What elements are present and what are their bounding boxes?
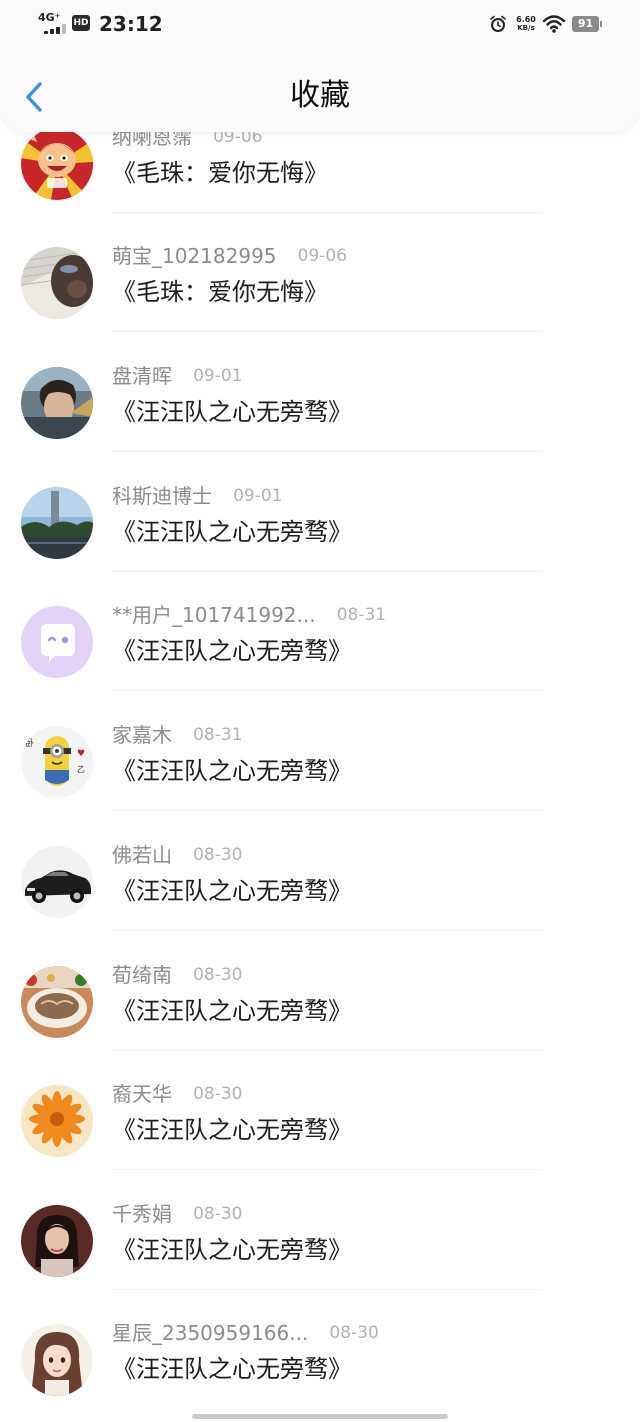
divider: [112, 930, 542, 931]
favorites-list[interactable]: 纳喇恩霈 09-06 《毛珠：爱你无悔》 萌宝_102182995 09-06 …: [0, 0, 640, 1422]
item-date: 08-30: [193, 845, 243, 865]
item-title[interactable]: 《汪汪队之心无旁骛》: [112, 634, 352, 668]
list-item[interactable]: 盘清晖 09-01 《汪汪队之心无旁骛》: [0, 364, 640, 487]
car-avatar[interactable]: [21, 846, 93, 918]
item-title[interactable]: 《汪汪队之心无旁骛》: [112, 754, 352, 788]
svg-text:♥: ♥: [77, 749, 85, 759]
svg-text:卧: 卧: [25, 737, 34, 749]
item-title[interactable]: 《汪汪队之心无旁骛》: [112, 994, 352, 1028]
item-meta: 裔天华 08-30: [112, 1079, 243, 1109]
item-title[interactable]: 《汪汪队之心无旁骛》: [112, 1233, 352, 1267]
author-name: 盘清晖: [112, 364, 172, 388]
divider: [112, 451, 542, 452]
item-meta: 佛若山 08-30: [112, 840, 243, 870]
network-speed: 6.60 KB/s: [514, 15, 538, 33]
speed-unit: KB/s: [517, 24, 535, 32]
item-date: 08-31: [193, 725, 243, 745]
divider: [112, 212, 542, 213]
wifi-icon: [542, 15, 566, 33]
battery-icon: 91: [572, 16, 602, 32]
divider: [112, 690, 542, 691]
divider: [112, 571, 542, 572]
item-meta: 荀绮南 08-30: [112, 960, 243, 990]
app-header: 4G⁺ HD 23:12 6.60 KB/s 91 收藏: [0, 0, 640, 132]
battery-level: 91: [572, 16, 599, 32]
list-item[interactable]: 佛若山 08-30 《汪汪队之心无旁骛》: [0, 843, 640, 966]
flower-avatar[interactable]: [21, 1085, 93, 1157]
item-date: 09-01: [233, 486, 283, 506]
item-date: 08-30: [193, 965, 243, 985]
status-bar: 4G⁺ HD 23:12 6.60 KB/s 91: [0, 0, 640, 48]
item-meta: 盘清晖 09-01: [112, 361, 243, 391]
author-name: 荀绮南: [112, 963, 172, 987]
author-name: 千秀娟: [112, 1202, 172, 1226]
author-name: 裔天华: [112, 1082, 172, 1106]
item-meta: 萌宝_102182995 09-06: [112, 241, 347, 271]
nav-bar: 收藏: [0, 60, 640, 132]
photo-avatar[interactable]: [21, 247, 93, 319]
item-title[interactable]: 《汪汪队之心无旁骛》: [112, 1113, 352, 1147]
item-date: 08-30: [193, 1204, 243, 1224]
minion-avatar[interactable]: 卧 ♥ 乙: [21, 726, 93, 798]
favorites-screen: 纳喇恩霈 09-06 《毛珠：爱你无悔》 萌宝_102182995 09-06 …: [0, 0, 640, 1422]
list-item[interactable]: **用户_101741992... 08-31 《汪汪队之心无旁骛》: [0, 603, 640, 726]
item-meta: 家嘉木 08-31: [112, 720, 243, 750]
author-name: **用户_101741992...: [112, 603, 316, 627]
item-title[interactable]: 《毛珠：爱你无悔》: [112, 275, 328, 309]
item-title[interactable]: 《汪汪队之心无旁骛》: [112, 874, 352, 908]
default-purple-avatar[interactable]: [21, 606, 93, 678]
page-title: 收藏: [290, 78, 350, 113]
list-item[interactable]: 星辰_2350959166... 08-30 《汪汪队之心无旁骛》: [0, 1321, 640, 1422]
svg-text:乙: 乙: [77, 765, 85, 774]
item-meta: 星辰_2350959166... 08-30: [112, 1318, 379, 1348]
battery-tip: [600, 21, 602, 27]
list-item[interactable]: 萌宝_102182995 09-06 《毛珠：爱你无悔》: [0, 244, 640, 367]
author-name: 科斯迪博士: [112, 484, 212, 508]
illustrated-girl-avatar[interactable]: [21, 1324, 93, 1396]
food-avatar[interactable]: [21, 966, 93, 1038]
list-item[interactable]: 裔天华 08-30 《汪汪队之心无旁骛》: [0, 1082, 640, 1205]
author-name: 家嘉木: [112, 723, 172, 747]
item-meta: 科斯迪博士 09-01: [112, 481, 283, 511]
author-name: 星辰_2350959166...: [112, 1321, 309, 1345]
divider: [112, 1050, 542, 1051]
list-item[interactable]: 卧 ♥ 乙 家嘉木 08-31 《汪汪队之心无旁骛》: [0, 723, 640, 846]
signal-bars: [44, 24, 66, 34]
network-type: 4G⁺: [38, 11, 61, 24]
list-item[interactable]: 科斯迪博士 09-01 《汪汪队之心无旁骛》: [0, 484, 640, 607]
red-cartoon-avatar[interactable]: [21, 128, 93, 200]
author-name: 萌宝_102182995: [112, 244, 277, 268]
signal-icon: 4G⁺: [36, 12, 66, 34]
list-item[interactable]: 千秀娟 08-30 《汪汪队之心无旁骛》: [0, 1202, 640, 1325]
item-title[interactable]: 《汪汪队之心无旁骛》: [112, 1352, 352, 1386]
divider: [112, 1289, 542, 1290]
item-date: 09-01: [193, 366, 243, 386]
item-date: 09-06: [297, 246, 348, 266]
woman-photo-avatar[interactable]: [21, 1205, 93, 1277]
author-name: 佛若山: [112, 843, 172, 867]
item-title[interactable]: 《毛珠：爱你无悔》: [112, 156, 328, 190]
man-photo-avatar[interactable]: [21, 367, 93, 439]
item-date: 08-30: [193, 1084, 243, 1104]
divider: [112, 331, 542, 332]
list-item[interactable]: 荀绮南 08-30 《汪汪队之心无旁骛》: [0, 963, 640, 1086]
item-date: 08-30: [329, 1323, 379, 1343]
divider: [112, 810, 542, 811]
item-title[interactable]: 《汪汪队之心无旁骛》: [112, 515, 352, 549]
hd-badge: HD: [72, 15, 90, 31]
status-time: 23:12: [99, 12, 163, 36]
item-meta: 千秀娟 08-30: [112, 1199, 243, 1229]
alarm-icon: [490, 15, 506, 32]
speed-value: 6.60: [516, 15, 536, 24]
home-indicator[interactable]: [192, 1414, 448, 1419]
landscape-avatar[interactable]: [21, 487, 93, 559]
item-title[interactable]: 《汪汪队之心无旁骛》: [112, 395, 352, 429]
divider: [112, 1169, 542, 1170]
item-date: 08-31: [336, 605, 387, 625]
list-item[interactable]: 纳喇恩霈 09-06 《毛珠：爱你无悔》: [0, 125, 640, 248]
item-meta: **用户_101741992... 08-31: [112, 600, 386, 630]
